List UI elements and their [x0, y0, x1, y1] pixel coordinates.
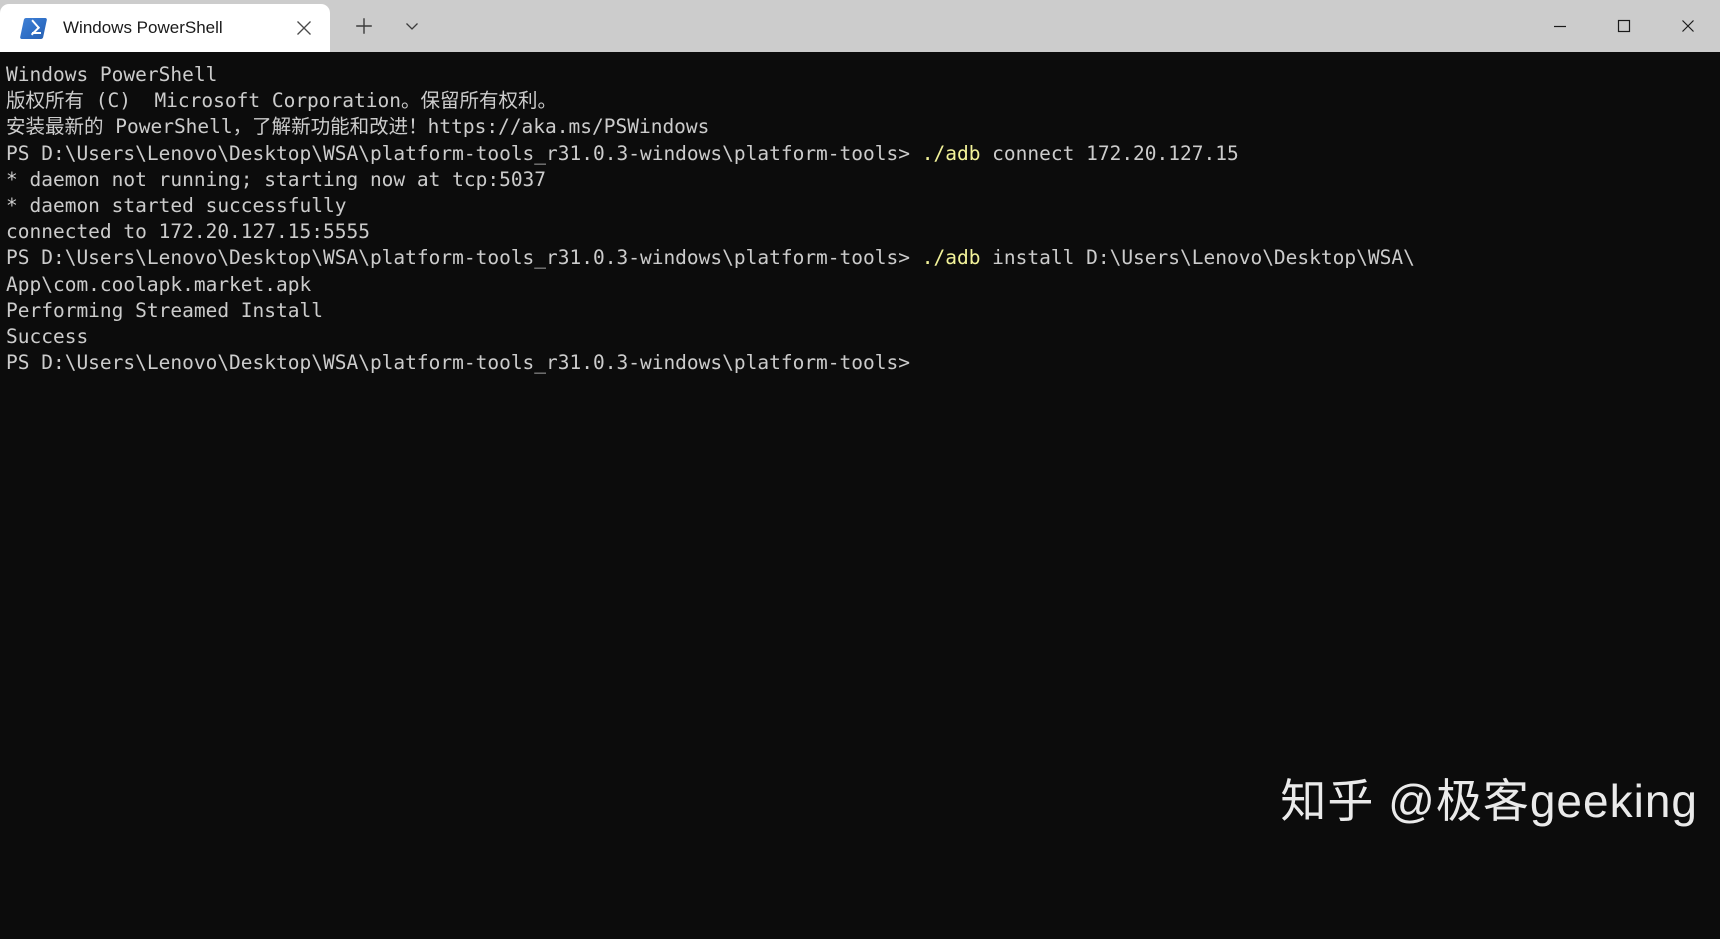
line-text: 版权所有 (C) Microsoft Corporation。保留所有权利。: [6, 89, 557, 113]
command-arguments: connect 172.20.127.15: [980, 141, 1239, 165]
terminal-prompt-line: PS D:\Users\Lenovo\Desktop\WSA\platform-…: [6, 350, 1712, 376]
terminal-lines: Windows PowerShell 版权所有 (C) Microsoft Cor…: [6, 62, 1712, 376]
terminal-output-line: Windows PowerShell: [6, 62, 1712, 88]
terminal-output-line: connected to 172.20.127.15:5555: [6, 219, 1712, 245]
terminal-output-line: Performing Streamed Install: [6, 298, 1712, 324]
command-arguments: install D:\Users\Lenovo\Desktop\WSA\: [980, 246, 1415, 270]
line-text: App\com.coolapk.market.apk: [6, 272, 312, 296]
prompt-path: PS D:\Users\Lenovo\Desktop\WSA\platform-…: [6, 141, 922, 165]
prompt-path: PS D:\Users\Lenovo\Desktop\WSA\platform-…: [6, 351, 910, 375]
line-text: * daemon started successfully: [6, 194, 347, 218]
terminal-output-line: * daemon not running; starting now at tc…: [6, 167, 1712, 193]
terminal-output-line: * daemon started successfully: [6, 193, 1712, 219]
line-text: * daemon not running; starting now at tc…: [6, 167, 547, 191]
close-tab-icon[interactable]: [282, 6, 326, 50]
powershell-window: Windows PowerShell Windows PowerShell 版权…: [0, 0, 1720, 939]
line-text: 安装最新的 PowerShell，了解新功能和改进！https://aka.ms…: [6, 115, 710, 139]
line-text: Performing Streamed Install: [6, 298, 323, 322]
terminal-prompt-line: PS D:\Users\Lenovo\Desktop\WSA\platform-…: [6, 245, 1712, 271]
new-tab-button[interactable]: [342, 4, 386, 48]
window-titlebar[interactable]: Windows PowerShell: [0, 0, 1720, 52]
terminal-output-line: App\com.coolapk.market.apk: [6, 272, 1712, 298]
powershell-icon: [19, 16, 48, 41]
prompt-path: PS D:\Users\Lenovo\Desktop\WSA\platform-…: [6, 246, 922, 270]
watermark-text: 知乎 @极客geeking: [1280, 775, 1698, 827]
line-text: Windows PowerShell: [6, 63, 218, 86]
typed-command: ./adb: [921, 246, 981, 270]
terminal-output-line: 版权所有 (C) Microsoft Corporation。保留所有权利。: [6, 88, 1712, 114]
terminal-output-line: Success: [6, 324, 1712, 350]
terminal-output-line: 安装最新的 PowerShell，了解新功能和改进！https://aka.ms…: [6, 114, 1712, 140]
window-controls: [1528, 0, 1720, 52]
close-window-button[interactable]: [1656, 0, 1720, 52]
minimize-button[interactable]: [1528, 0, 1592, 52]
tab-title: Windows PowerShell: [63, 18, 223, 37]
line-text: connected to 172.20.127.15:5555: [6, 220, 370, 244]
terminal-prompt-line: PS D:\Users\Lenovo\Desktop\WSA\platform-…: [6, 141, 1712, 167]
typed-command: ./adb: [921, 141, 981, 165]
line-text: Success: [6, 325, 89, 349]
tab-strip: Windows PowerShell: [0, 0, 434, 52]
maximize-button[interactable]: [1592, 0, 1656, 52]
terminal-output-area[interactable]: Windows PowerShell 版权所有 (C) Microsoft Cor…: [0, 52, 1720, 939]
tab-windows-powershell[interactable]: Windows PowerShell: [0, 4, 330, 52]
chevron-down-icon[interactable]: [390, 4, 434, 48]
